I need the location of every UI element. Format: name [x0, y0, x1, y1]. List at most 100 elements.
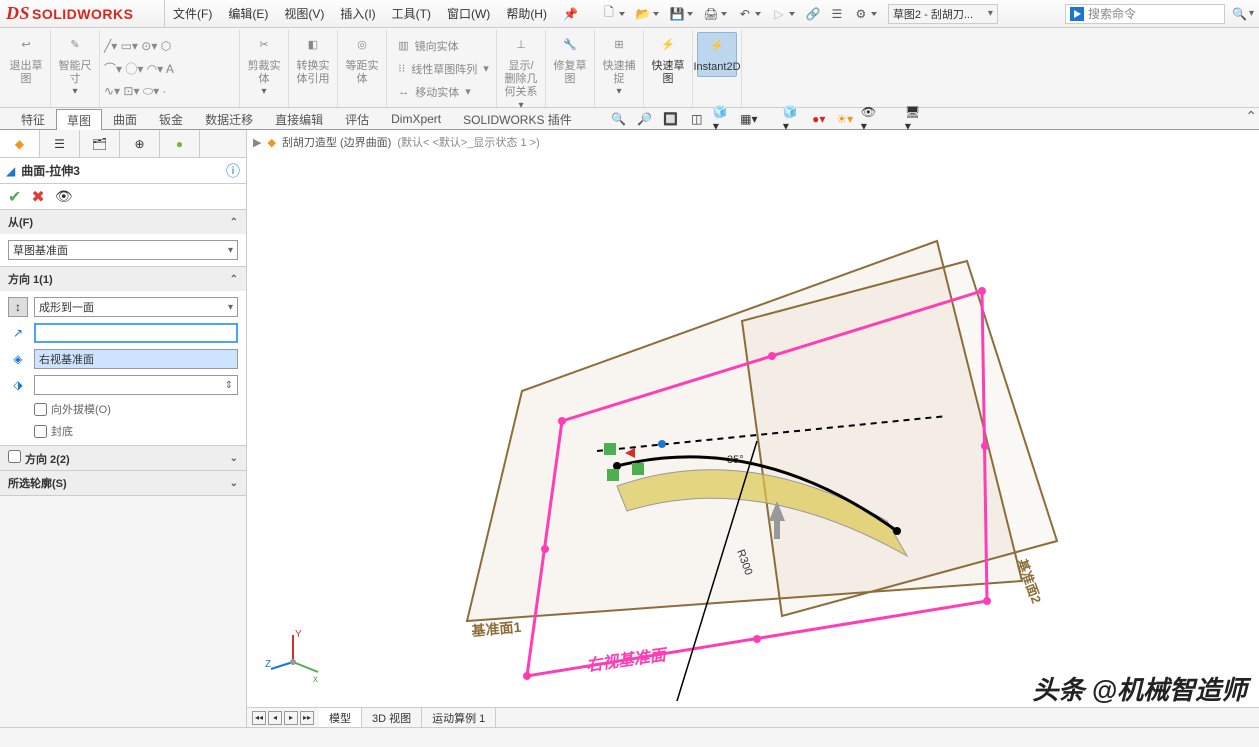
quick-snap-button[interactable]: ⊞快速捕捉▾ [599, 32, 639, 100]
cap-end-checkbox[interactable] [34, 425, 47, 438]
zoom-fit-icon[interactable]: 🔍 [609, 110, 629, 128]
graphics-viewport[interactable]: ▶ ◆ 刮胡刀造型 (边界曲面) (默认< <默认>_显示状态 1 >) 基准面… [247, 130, 1259, 727]
quick-access-toolbar: 🗋 📂 💾 🖨 ↶ ▷ 🔗 ☰ ⚙ 草图2 - 刮胡刀...▾ [586, 0, 1002, 27]
reverse-direction-icon[interactable]: ↕ [8, 297, 28, 317]
zoom-area-icon[interactable]: 🔎 [635, 110, 655, 128]
open-button[interactable]: 📂 [632, 4, 654, 24]
view-triad[interactable]: x Y Z [263, 627, 323, 687]
render-icon[interactable]: 🖥▾ [905, 110, 925, 128]
menu-tools[interactable]: 工具(T) [384, 0, 439, 27]
print-button[interactable]: 🖨 [700, 4, 722, 24]
draft-outward-checkbox[interactable] [34, 403, 47, 416]
tab-nav-buttons[interactable]: ◂◂◂▸▸▸ [251, 711, 315, 725]
menu-edit[interactable]: 编辑(E) [220, 0, 276, 27]
rebuild-button[interactable]: 🔗 [802, 4, 824, 24]
show-relations-button[interactable]: ⊥显示/删除几何关系▾ [501, 32, 541, 114]
relation-icon [604, 443, 616, 455]
sketch-tools-row3[interactable]: ∿▾ ⊡▾ ⬭▾ · [104, 80, 235, 103]
prev-view-icon[interactable]: 🔲 [661, 110, 681, 128]
new-button[interactable]: 🗋 [598, 4, 620, 24]
hide-show-icon[interactable]: 🧊▾ [783, 110, 803, 128]
menu-insert[interactable]: 插入(I) [332, 0, 383, 27]
section-from[interactable]: 从(F)⌃ [0, 210, 246, 234]
edit-appearance-icon[interactable]: ●▾ [809, 110, 829, 128]
tab-surface[interactable]: 曲面 [102, 108, 148, 129]
tab-evaluate[interactable]: 评估 [334, 108, 380, 129]
dimxpert-tab[interactable]: ⊕ [120, 130, 160, 157]
preview-button[interactable]: 👁 [55, 188, 73, 205]
tab-sketch[interactable]: 草图 [56, 109, 102, 130]
tab-sheetmetal[interactable]: 钣金 [148, 108, 194, 129]
smart-dimension-button[interactable]: ✎智能尺寸▾ [55, 32, 95, 100]
offset-button[interactable]: ◎等距实体 [342, 32, 382, 88]
sketch-tools-row1[interactable]: ╱▾ ▭▾ ⊙▾ ⬡ [104, 34, 235, 57]
search-input[interactable]: 搜索命令 [1065, 4, 1225, 24]
watermark: 头条 @机械智造师 [1032, 670, 1247, 707]
upto-face-field[interactable]: 右视基准面 [34, 349, 238, 369]
relation-icon [632, 463, 644, 475]
apply-scene-icon[interactable]: ☀▾ [835, 110, 855, 128]
draft-angle-input[interactable]: ⇕ [34, 375, 238, 395]
section-direction1[interactable]: 方向 1(1)⌃ [0, 267, 246, 291]
direction2-checkbox[interactable] [8, 450, 21, 463]
tab-directedit[interactable]: 直接编辑 [264, 108, 334, 129]
direction-vector-input[interactable] [34, 323, 238, 343]
instant2d-button[interactable]: ⚡Instant2D [697, 32, 737, 77]
display-tab[interactable]: ● [160, 130, 200, 157]
convert-button[interactable]: ◧转换实体引用 [293, 32, 333, 88]
menu-view[interactable]: 视图(V) [276, 0, 332, 27]
from-select[interactable]: 草图基准面▾ [8, 240, 238, 260]
tab-datamigration[interactable]: 数据迁移 [194, 108, 264, 129]
menu-file[interactable]: 文件(F) [165, 0, 220, 27]
model-canvas: 基准面1 基准面2 右视基准面 [247, 130, 1259, 727]
dim-angle: 35° [727, 454, 744, 466]
exit-sketch-button[interactable]: ↩退出草图 [6, 32, 46, 88]
feature-name: 曲面-拉伸3 [21, 162, 226, 179]
config-tab[interactable]: 🗂 [80, 130, 120, 157]
select-button[interactable]: ▷ [768, 4, 790, 24]
undo-button[interactable]: ↶ [734, 4, 756, 24]
menu-help[interactable]: 帮助(H) [498, 0, 555, 27]
property-tab[interactable]: ☰ [40, 130, 80, 157]
save-button[interactable]: 💾 [666, 4, 688, 24]
face-select-icon[interactable]: ◈ [8, 349, 28, 369]
sketch-tools-row2[interactable]: ⌒▾ ◯▾ ◠▾ A [104, 57, 235, 80]
search-button[interactable]: 🔍▾ [1231, 4, 1255, 24]
rapid-sketch-button[interactable]: ⚡快速草图 [648, 32, 688, 88]
direction-vector-icon[interactable]: ↗ [8, 323, 28, 343]
collapse-ribbon-button[interactable]: ⌃ [1245, 108, 1257, 125]
status-bar [0, 727, 1259, 747]
cancel-button[interactable]: ✖ [31, 187, 44, 207]
display-style-icon[interactable]: ▦▾ [739, 110, 759, 128]
end-condition-select[interactable]: 成形到一面▾ [34, 297, 238, 317]
options-list-button[interactable]: ☰ [826, 4, 848, 24]
property-manager: ◆ ☰ 🗂 ⊕ ● ◢ 曲面-拉伸3 ⓘ ✔ ✖ 👁 从(F)⌃ 草图基准面▾ … [0, 130, 247, 727]
draft-icon[interactable]: ⬗ [8, 375, 28, 395]
section-contours[interactable]: 所选轮廓(S)⌄ [0, 471, 246, 495]
mirror-button[interactable]: ▥ 镜向实体 [398, 34, 458, 57]
view-settings-icon[interactable]: 👁▾ [861, 110, 881, 128]
tab-dimxpert[interactable]: DimXpert [380, 108, 452, 129]
help-icon[interactable]: ⓘ [226, 161, 240, 181]
ok-button[interactable]: ✔ [8, 187, 21, 207]
feature-tree-tab[interactable]: ◆ [0, 130, 40, 157]
tab-features[interactable]: 特征 [10, 108, 56, 129]
panel-tabs: ◆ ☰ 🗂 ⊕ ● [0, 130, 246, 158]
section-view-icon[interactable]: ◫ [687, 110, 707, 128]
pin-icon[interactable]: 📌 [555, 0, 586, 27]
document-selector[interactable]: 草图2 - 刮胡刀...▾ [888, 4, 998, 24]
pattern-button[interactable]: ⁝⁝ 线性草图阵列 ▾ [398, 57, 489, 80]
heads-up-view-toolbar: 🔍 🔎 🔲 ◫ 🧊▾ ▦▾ 🧊▾ ●▾ ☀▾ 👁▾ 🖥▾ [603, 108, 931, 129]
bottom-tab-motion[interactable]: 运动算例 1 [422, 708, 496, 727]
trim-button[interactable]: ✂剪裁实体▾ [244, 32, 284, 100]
settings-button[interactable]: ⚙ [850, 4, 872, 24]
view-orient-icon[interactable]: 🧊▾ [713, 110, 733, 128]
repair-sketch-button[interactable]: 🔧修复草图 [550, 32, 590, 88]
menu-window[interactable]: 窗口(W) [439, 0, 498, 27]
move-button[interactable]: ↔ 移动实体 ▾ [398, 80, 471, 103]
bottom-tab-model[interactable]: 模型 [319, 708, 362, 727]
tab-swaddins[interactable]: SOLIDWORKS 插件 [452, 108, 583, 129]
bottom-tab-3dview[interactable]: 3D 视图 [362, 708, 422, 727]
section-direction2[interactable]: 方向 2(2)⌄ [0, 446, 246, 470]
search-run-icon [1070, 7, 1084, 21]
